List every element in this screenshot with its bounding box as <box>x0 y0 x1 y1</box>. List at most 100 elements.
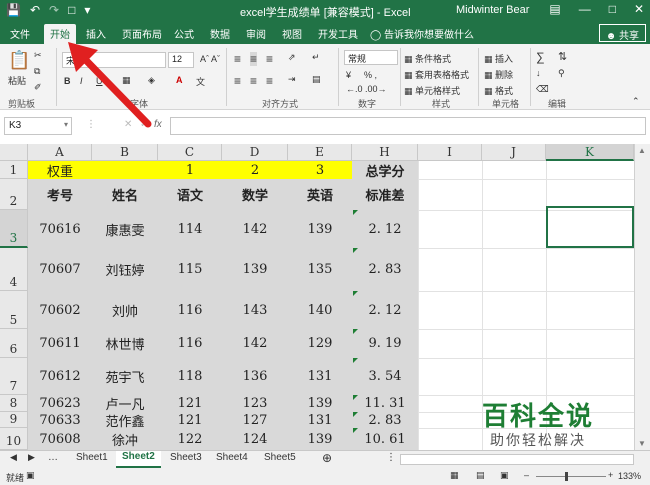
select-all-corner[interactable] <box>0 144 28 161</box>
cell-d1[interactable]: 2 <box>222 161 288 179</box>
page-layout-view-icon[interactable]: ▤ <box>476 470 485 481</box>
page-break-view-icon[interactable]: ▣ <box>500 470 509 481</box>
cell-name-row5[interactable]: 刘帅 <box>92 291 158 329</box>
cell-a2[interactable]: 考号 <box>28 179 92 210</box>
merge-center-icon[interactable]: ▤ <box>312 74 321 85</box>
zoom-out-icon[interactable]: – <box>524 470 529 480</box>
cell-c-row10[interactable]: 122 <box>158 428 222 450</box>
cut-icon[interactable]: ✂ <box>34 50 42 61</box>
cell-e-row9[interactable]: 131 <box>288 412 352 428</box>
undo-icon[interactable]: ↶ <box>30 3 40 17</box>
cell-d-row3[interactable]: 142 <box>222 210 288 248</box>
align-left-icon[interactable]: ≡ <box>234 74 241 88</box>
column-header-k[interactable]: K <box>546 144 634 161</box>
row-header-2[interactable]: 2 <box>0 179 28 210</box>
align-top-icon[interactable]: ≡ <box>234 52 241 66</box>
cell-d-row4[interactable]: 139 <box>222 248 288 291</box>
row-header-1[interactable]: 1 <box>0 161 28 179</box>
cell-d-row10[interactable]: 124 <box>222 428 288 450</box>
cell-h1[interactable]: 总学分 <box>352 161 418 180</box>
format-cells-button[interactable]: ▦ 格式 <box>484 84 513 97</box>
cell-h-row8[interactable]: 11. 31 <box>352 395 418 412</box>
cell-d2[interactable]: 数学 <box>222 179 288 210</box>
cell-e2[interactable]: 英语 <box>288 179 352 210</box>
cell-d-row9[interactable]: 127 <box>222 412 288 428</box>
share-button[interactable]: ☻ 共享 <box>598 24 646 42</box>
cell-id-row10[interactable]: 70608 <box>28 428 92 450</box>
row-header-8[interactable]: 8 <box>0 395 28 412</box>
insert-cells-button[interactable]: ▦ 插入 <box>484 52 513 65</box>
cell-id-row5[interactable]: 70602 <box>28 291 92 329</box>
phonetic-icon[interactable]: 文 <box>196 75 205 88</box>
cell-c-row5[interactable]: 116 <box>158 291 222 329</box>
sheet-tab-1[interactable]: Sheet1 <box>76 452 108 463</box>
fill-icon[interactable]: ↓ <box>536 68 541 78</box>
tab-view[interactable]: 视图 <box>282 26 302 41</box>
number-format-select[interactable]: 常规 <box>344 50 398 65</box>
row-header-7[interactable]: 7 <box>0 358 28 395</box>
cell-h-row6[interactable]: 9. 19 <box>352 329 418 358</box>
cell-h-row5[interactable]: 2. 12 <box>352 291 418 329</box>
column-header-e[interactable]: E <box>288 144 352 161</box>
horizontal-scrollbar[interactable] <box>400 454 634 465</box>
sheet-tab-3[interactable]: Sheet3 <box>170 452 202 463</box>
delete-cells-button[interactable]: ▦ 删除 <box>484 68 513 81</box>
tab-data[interactable]: 数据 <box>210 26 230 41</box>
copy-icon[interactable]: ⧉ <box>34 66 40 77</box>
cell-h-row7[interactable]: 3. 54 <box>352 358 418 395</box>
cell-b2[interactable]: 姓名 <box>92 179 158 210</box>
font-size-select[interactable]: 12 <box>168 52 194 68</box>
cell-style-button[interactable]: ▦ 单元格样式 <box>404 84 460 97</box>
tab-page-layout[interactable]: 页面布局 <box>122 26 162 41</box>
tab-insert[interactable]: 插入 <box>86 26 106 41</box>
font-color-icon[interactable]: A <box>176 75 183 85</box>
cell-id-row7[interactable]: 70612 <box>28 358 92 395</box>
cell-name-row3[interactable]: 康惠雯 <box>92 210 158 248</box>
zoom-in-icon[interactable]: + <box>608 470 613 480</box>
cell-h-row10[interactable]: 10. 61 <box>352 428 418 450</box>
prev-sheet-icon[interactable]: ◀ <box>10 452 17 463</box>
macro-icon[interactable]: ▣ <box>26 470 35 481</box>
cell-name-row8[interactable]: 卢一凡 <box>92 395 158 413</box>
scroll-down-icon[interactable]: ▼ <box>638 439 646 448</box>
next-sheet-icon[interactable]: ▶ <box>28 452 35 463</box>
cell-d-row8[interactable]: 123 <box>222 395 288 412</box>
column-header-d[interactable]: D <box>222 144 288 161</box>
collapse-ribbon-icon[interactable]: ⌃ <box>632 96 640 107</box>
paste-button[interactable]: 粘贴 <box>8 74 26 87</box>
cell-c-row7[interactable]: 118 <box>158 358 222 395</box>
tab-developer[interactable]: 开发工具 <box>318 26 358 41</box>
align-center-icon[interactable]: ≡ <box>250 74 257 88</box>
cell-e-row5[interactable]: 140 <box>288 291 352 329</box>
tell-me-search[interactable]: ◯ 告诉我你想要做什么 <box>370 26 474 41</box>
zoom-slider[interactable] <box>536 476 606 477</box>
cell-c1[interactable]: 1 <box>158 161 222 179</box>
sheet-tab-4[interactable]: Sheet4 <box>216 452 248 463</box>
cell-d-row6[interactable]: 142 <box>222 329 288 358</box>
user-name[interactable]: Midwinter Bear <box>456 4 529 16</box>
vertical-scrollbar[interactable]: ▲ ▼ <box>634 144 650 450</box>
paste-icon[interactable]: 📋 <box>8 50 30 71</box>
scroll-up-icon[interactable]: ▲ <box>638 146 646 155</box>
indent-icon[interactable]: ⇥ <box>288 74 296 85</box>
cell-id-row6[interactable]: 70611 <box>28 329 92 358</box>
cell-d-row5[interactable]: 143 <box>222 291 288 329</box>
cell-e-row7[interactable]: 131 <box>288 358 352 395</box>
align-bottom-icon[interactable]: ≡ <box>266 52 273 66</box>
cell-e-row4[interactable]: 135 <box>288 248 352 291</box>
decimal-icon[interactable]: ←.0 .00→ <box>346 84 387 94</box>
cell-c-row3[interactable]: 114 <box>158 210 222 248</box>
autosum-icon[interactable]: ∑ <box>536 50 545 64</box>
normal-view-icon[interactable]: ▦ <box>450 470 459 481</box>
table-format-button[interactable]: ▦ 套用表格格式 <box>404 68 469 81</box>
cell-id-row4[interactable]: 70607 <box>28 248 92 291</box>
wrap-text-icon[interactable]: ↵ <box>312 52 320 63</box>
clear-icon[interactable]: ⌫ <box>536 84 549 95</box>
find-icon[interactable]: ⚲ <box>558 68 565 79</box>
column-header-c[interactable]: C <box>158 144 222 161</box>
cell-e1[interactable]: 3 <box>288 161 352 179</box>
formula-input[interactable] <box>170 117 646 135</box>
minimize-icon[interactable]: — <box>579 2 591 16</box>
cell-id-row9[interactable]: 70633 <box>28 412 92 428</box>
cell-c-row8[interactable]: 121 <box>158 395 222 412</box>
